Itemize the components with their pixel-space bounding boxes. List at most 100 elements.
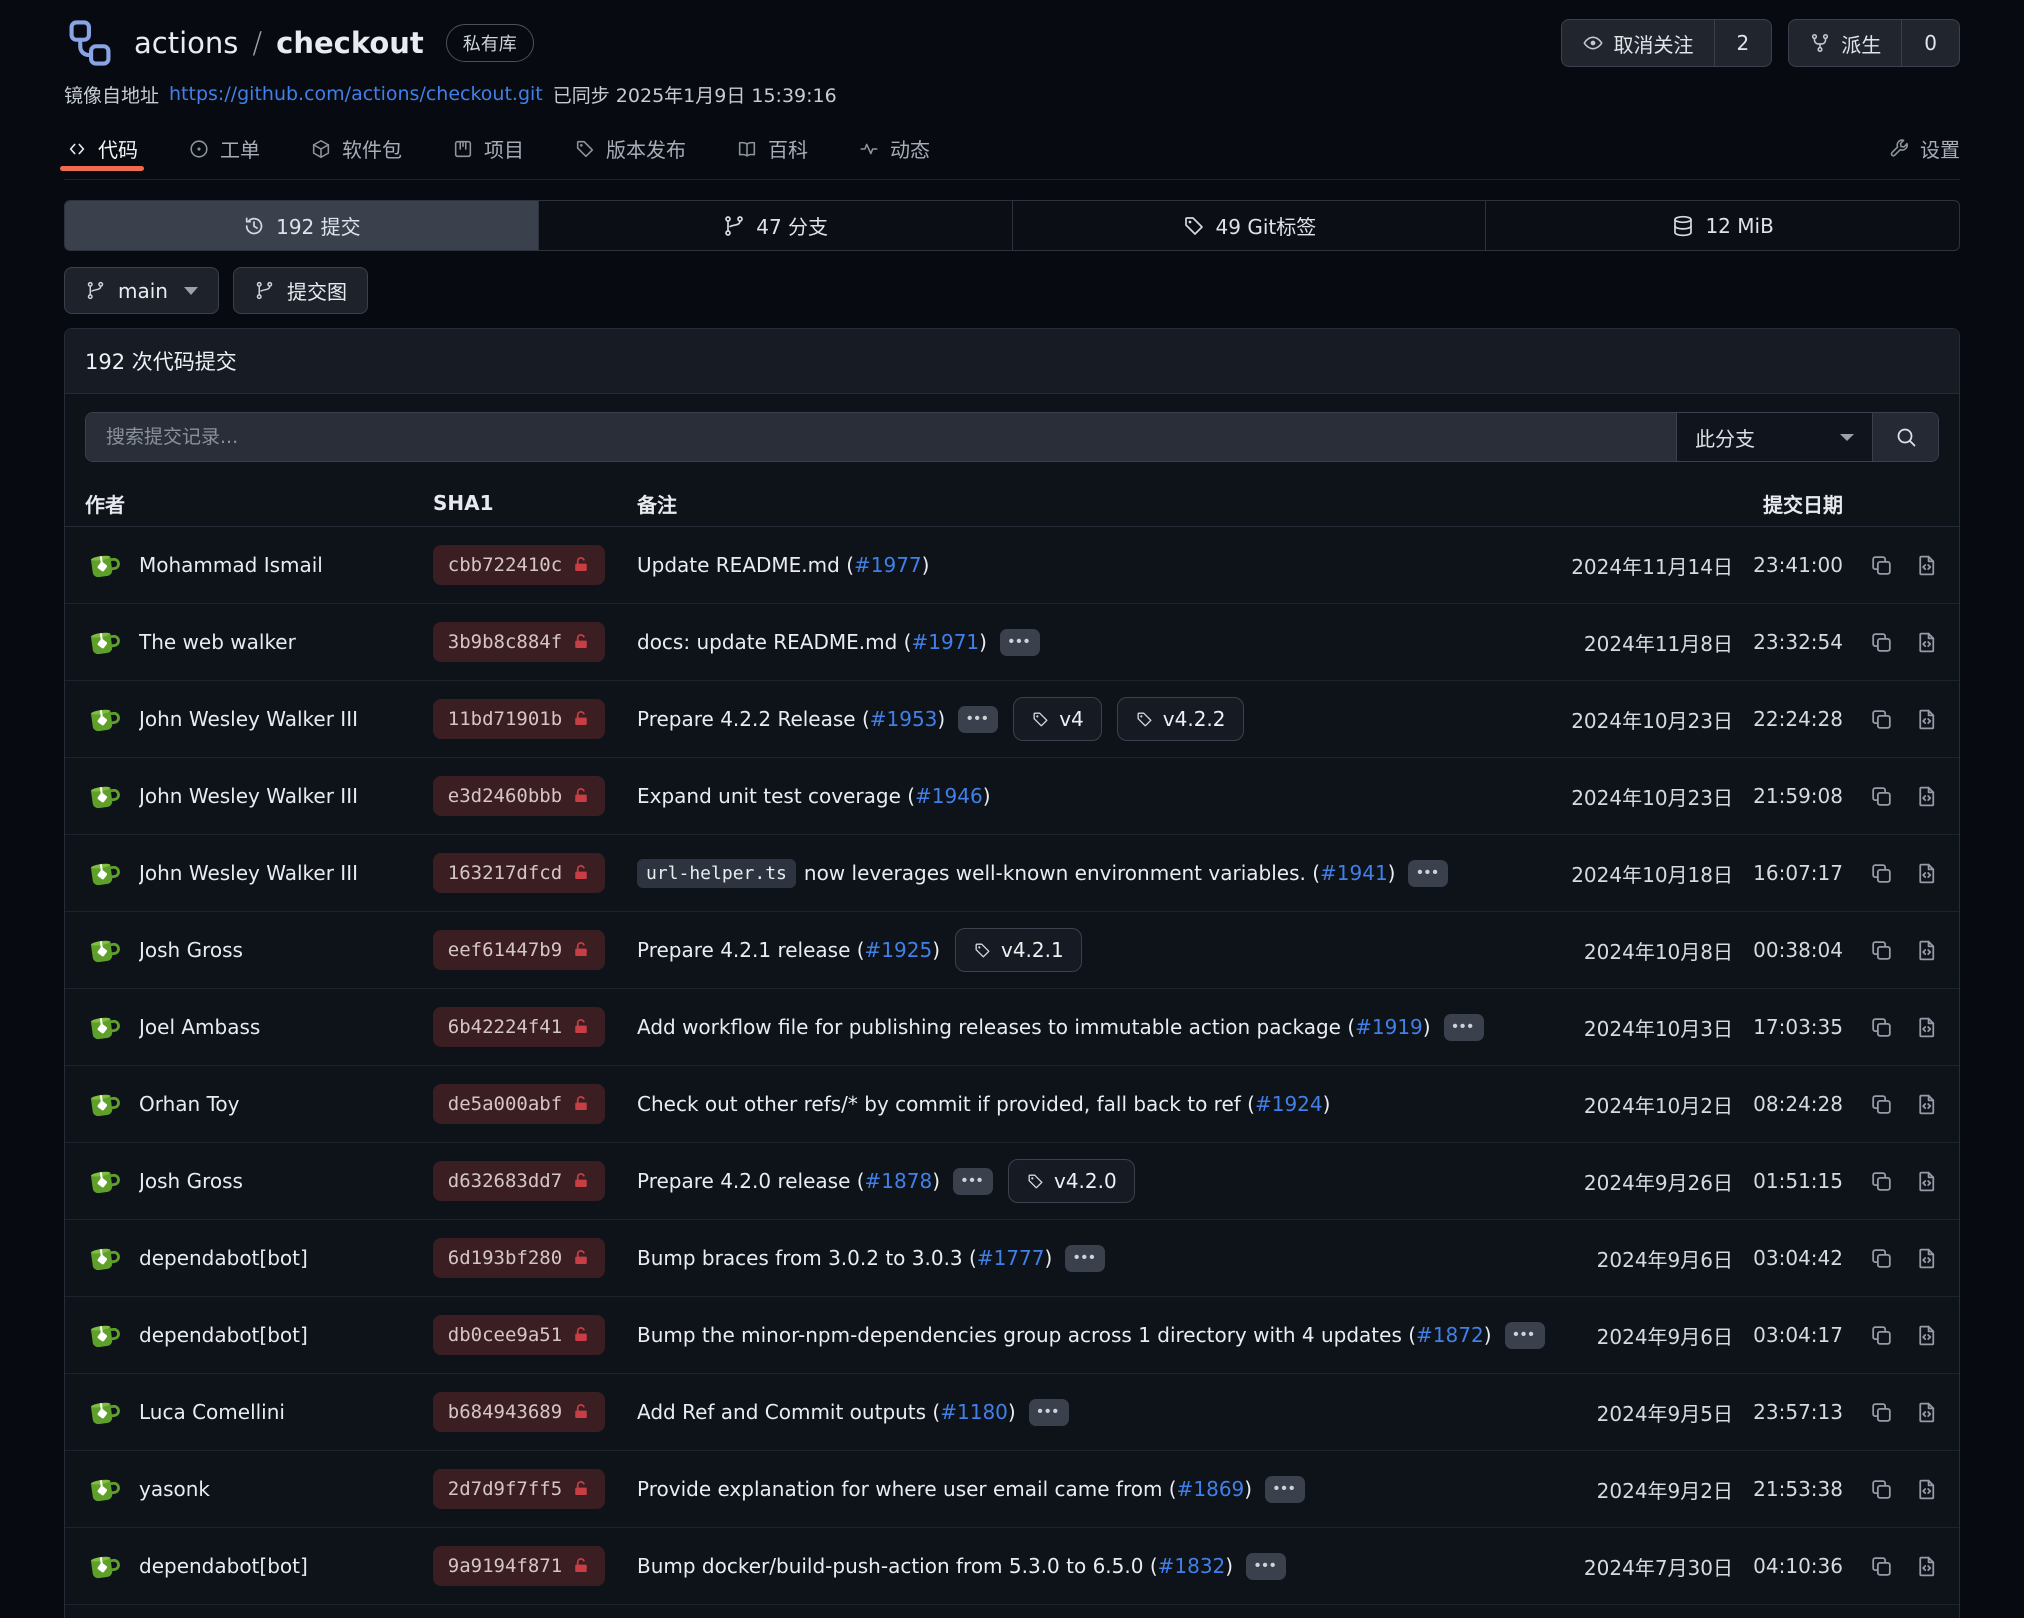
expand-message-button[interactable]: •••	[953, 1168, 993, 1195]
search-button[interactable]	[1872, 413, 1938, 461]
expand-message-button[interactable]: •••	[1065, 1245, 1105, 1272]
pr-link[interactable]: #1777	[977, 1246, 1045, 1270]
browse-source-button[interactable]	[1914, 784, 1939, 809]
copy-sha-button[interactable]	[1869, 1092, 1894, 1117]
commit-sha-badge[interactable]: 11bd71901b	[433, 699, 605, 739]
stats-branches[interactable]: 47 分支	[538, 201, 1012, 250]
pr-link[interactable]: #1919	[1355, 1015, 1423, 1039]
browse-source-button[interactable]	[1914, 707, 1939, 732]
commit-sha-badge[interactable]: e3d2460bbb	[433, 776, 605, 816]
pr-link[interactable]: #1872	[1416, 1323, 1484, 1347]
expand-message-button[interactable]: •••	[958, 706, 998, 733]
commit-sha-badge[interactable]: 3b9b8c884f	[433, 622, 605, 662]
browse-source-button[interactable]	[1914, 1015, 1939, 1040]
stats-size[interactable]: 12 MiB	[1485, 201, 1959, 250]
copy-sha-button[interactable]	[1869, 861, 1894, 886]
commit-sha-badge[interactable]: 6d193bf280	[433, 1238, 605, 1278]
commit-author: Luca Comellini	[139, 1400, 285, 1424]
copy-sha-button[interactable]	[1869, 707, 1894, 732]
copy-sha-button[interactable]	[1869, 784, 1894, 809]
pr-link[interactable]: #1878	[865, 1169, 933, 1193]
browse-source-button[interactable]	[1914, 1169, 1939, 1194]
pr-link[interactable]: #1869	[1177, 1477, 1245, 1501]
pr-link[interactable]: #1925	[865, 938, 933, 962]
browse-source-button[interactable]	[1914, 630, 1939, 655]
browse-source-button[interactable]	[1914, 1246, 1939, 1271]
expand-message-button[interactable]: •••	[1000, 629, 1040, 656]
tab-releases[interactable]: 版本发布	[572, 118, 688, 179]
tab-code[interactable]: 代码	[64, 118, 140, 179]
commit-sha-badge[interactable]: d632683dd7	[433, 1161, 605, 1201]
commit-sha-badge[interactable]: 163217dfcd	[433, 853, 605, 893]
copy-sha-button[interactable]	[1869, 553, 1894, 578]
fork-count[interactable]: 0	[1901, 20, 1959, 66]
branch-filter-select[interactable]: 此分支	[1676, 413, 1872, 461]
browse-source-button[interactable]	[1914, 1323, 1939, 1348]
copy-sha-button[interactable]	[1869, 1477, 1894, 1502]
browse-source-button[interactable]	[1914, 1477, 1939, 1502]
unwatch-button[interactable]: 取消关注	[1562, 20, 1714, 66]
commit-sha-badge[interactable]: 6b42224f41	[433, 1007, 605, 1047]
copy-sha-button[interactable]	[1869, 1323, 1894, 1348]
commit-sha-badge[interactable]: db0cee9a51	[433, 1315, 605, 1355]
tab-packages[interactable]: 软件包	[308, 118, 404, 179]
commit-graph-button[interactable]: 提交图	[233, 267, 368, 314]
tab-settings[interactable]: 设置	[1888, 118, 1960, 179]
browse-source-button[interactable]	[1914, 938, 1939, 963]
expand-message-button[interactable]: •••	[1265, 1476, 1305, 1503]
fork-button[interactable]: 派生	[1789, 20, 1901, 66]
expand-message-button[interactable]: •••	[1505, 1322, 1545, 1349]
pr-link[interactable]: #1941	[1320, 861, 1388, 885]
expand-message-button[interactable]: •••	[1246, 1553, 1286, 1580]
copy-sha-button[interactable]	[1869, 1015, 1894, 1040]
commit-sha-badge[interactable]: 2d7d9f7ff5	[433, 1469, 605, 1509]
tab-issues[interactable]: 工单	[186, 118, 262, 179]
tab-activity[interactable]: 动态	[856, 118, 932, 179]
browse-source-button[interactable]	[1914, 1092, 1939, 1117]
commit-sha-badge[interactable]: cbb722410c	[433, 545, 605, 585]
copy-sha-button[interactable]	[1869, 630, 1894, 655]
copy-sha-button[interactable]	[1869, 938, 1894, 963]
pr-link[interactable]: #1946	[915, 784, 983, 808]
browse-source-button[interactable]	[1914, 1400, 1939, 1425]
repo-link[interactable]: checkout	[276, 26, 424, 60]
pr-link[interactable]: #1180	[940, 1400, 1008, 1424]
stats-commits[interactable]: 192 提交	[65, 201, 538, 250]
commit-sha-badge[interactable]: 9a9194f871	[433, 1546, 605, 1586]
commit-search-input[interactable]	[86, 413, 1676, 461]
tag-chip-v4.2.0[interactable]: v4.2.0	[1008, 1159, 1135, 1203]
copy-sha-button[interactable]	[1869, 1400, 1894, 1425]
tab-projects[interactable]: 项目	[450, 118, 526, 179]
expand-message-button[interactable]: •••	[1444, 1014, 1484, 1041]
tab-wiki[interactable]: 百科	[734, 118, 810, 179]
org-avatar-icon[interactable]	[64, 17, 116, 69]
copy-icon	[1869, 1477, 1894, 1502]
pr-link[interactable]: #1924	[1255, 1092, 1323, 1116]
pr-link[interactable]: #1953	[870, 707, 938, 731]
browse-source-button[interactable]	[1914, 553, 1939, 578]
expand-message-button[interactable]: •••	[1029, 1399, 1069, 1426]
tag-chip-v4.2.2[interactable]: v4.2.2	[1117, 697, 1244, 741]
commit-sha-badge[interactable]: eef61447b9	[433, 930, 605, 970]
commit-sha-badge[interactable]: de5a000abf	[433, 1084, 605, 1124]
copy-sha-button[interactable]	[1869, 1246, 1894, 1271]
stats-tags[interactable]: 49 Git标签	[1012, 201, 1486, 250]
commit-sha-badge[interactable]: b684943689	[433, 1392, 605, 1432]
tag-chip-v4.2.1[interactable]: v4.2.1	[955, 928, 1082, 972]
pr-link[interactable]: #1971	[911, 630, 979, 654]
tag-chip-v4[interactable]: v4	[1013, 697, 1102, 741]
pr-link[interactable]: #1832	[1158, 1554, 1226, 1578]
copy-sha-button[interactable]	[1869, 1169, 1894, 1194]
expand-message-button[interactable]: •••	[1408, 860, 1448, 887]
copy-sha-button[interactable]	[1869, 1554, 1894, 1579]
copy-icon	[1869, 861, 1894, 886]
pr-link[interactable]: #1977	[854, 553, 922, 577]
org-link[interactable]: actions	[134, 26, 238, 60]
watch-count[interactable]: 2	[1714, 20, 1772, 66]
browse-source-button[interactable]	[1914, 1554, 1939, 1579]
mirror-url-link[interactable]: https://github.com/actions/checkout.git	[169, 83, 543, 105]
fork-icon	[1809, 32, 1831, 54]
browse-source-button[interactable]	[1914, 861, 1939, 886]
branch-selector[interactable]: main	[64, 267, 219, 314]
commit-sha: 163217dfcd	[448, 862, 562, 884]
